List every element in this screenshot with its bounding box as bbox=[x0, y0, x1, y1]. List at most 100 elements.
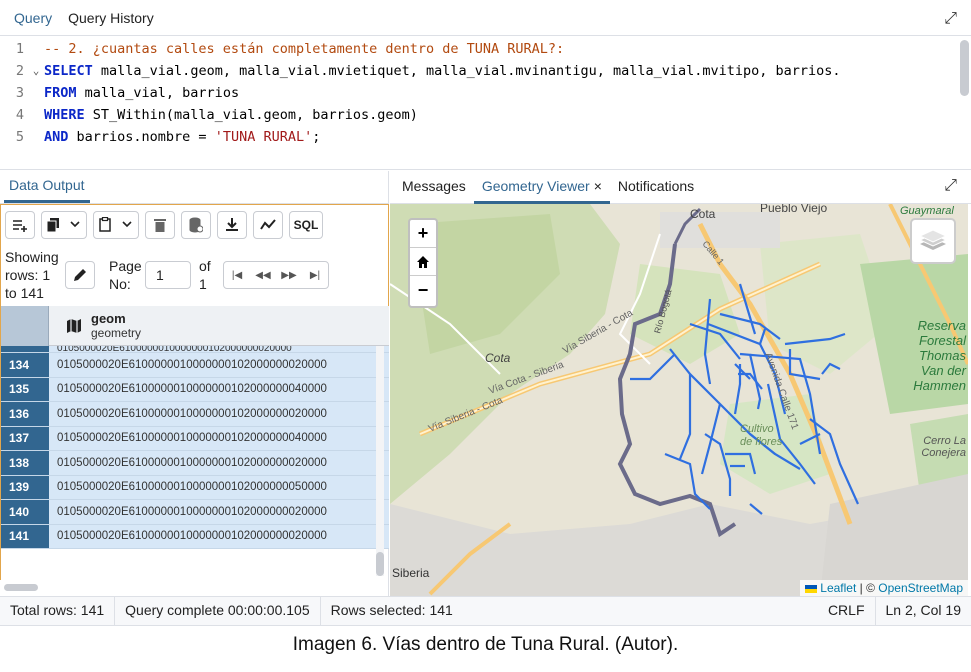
sql-code-editor[interactable]: 1 -- 2. ¿cuantas calles están completamen… bbox=[0, 38, 956, 162]
geom-cell[interactable]: 0105000020E61000000100000001020000000200… bbox=[49, 524, 389, 548]
geom-cell[interactable]: 0105000020E61000000100000001020000000400… bbox=[49, 426, 389, 450]
grid-rows: 134 0105000020E61000000100000001020000000… bbox=[1, 353, 389, 549]
grid-vertical-scrollbar[interactable] bbox=[376, 346, 384, 576]
select-all-cell[interactable] bbox=[1, 306, 49, 346]
eol-status[interactable]: CRLF bbox=[818, 596, 875, 626]
geom-cell[interactable]: 0105000020E61000000100000001020000000200… bbox=[49, 451, 389, 475]
tab-notifications[interactable]: Notifications bbox=[610, 171, 702, 204]
home-button[interactable] bbox=[410, 248, 436, 276]
chevron-down-icon[interactable] bbox=[116, 212, 138, 238]
row-number[interactable]: 135 bbox=[1, 377, 49, 401]
fold-chevron-icon bbox=[28, 104, 44, 126]
clipboard-icon[interactable] bbox=[94, 212, 116, 238]
geom-cell[interactable]: 0105000020E61000000100000001020000000200… bbox=[49, 353, 389, 377]
zoom-out-button[interactable]: − bbox=[410, 276, 436, 304]
geom-cell[interactable]: 0105000020E61000000100000001020000000500… bbox=[49, 475, 389, 499]
attribution-separator: | © bbox=[856, 581, 879, 595]
rows-selected-status: Rows selected: 141 bbox=[330, 602, 453, 618]
table-row[interactable]: 139 0105000020E61000000100000001020000000… bbox=[1, 475, 389, 500]
table-row[interactable]: 136 0105000020E61000000100000001020000000… bbox=[1, 402, 389, 427]
save-data-button[interactable] bbox=[181, 210, 211, 239]
row-number[interactable]: 140 bbox=[1, 500, 49, 524]
data-output-toolbar: SQL bbox=[0, 204, 389, 244]
graph-button[interactable] bbox=[253, 210, 283, 239]
map-icon[interactable] bbox=[67, 318, 81, 333]
grid-horizontal-scrollbar[interactable] bbox=[4, 584, 38, 591]
code-line[interactable]: 1 -- 2. ¿cuantas calles están completamen… bbox=[0, 38, 956, 60]
paste-button-group[interactable] bbox=[93, 210, 139, 239]
zoom-in-button[interactable]: + bbox=[410, 220, 436, 248]
code-token: SELECT bbox=[44, 63, 93, 79]
geom-cell[interactable]: 0105000020E61000000100000001020000000200… bbox=[49, 402, 389, 426]
rows-showing-label: Showing rows: 1 to 141 bbox=[5, 249, 59, 301]
table-row[interactable]: 140 0105000020E61000000100000001020000000… bbox=[1, 500, 389, 525]
copy-button-group[interactable] bbox=[41, 210, 87, 239]
query-complete-status: Query complete 00:00:00.105 bbox=[115, 596, 321, 626]
page-of-label: of 1 bbox=[199, 258, 211, 292]
table-row[interactable]: 138 0105000020E61000000100000001020000000… bbox=[1, 451, 389, 476]
table-row[interactable]: 141 0105000020E61000000100000001020000000… bbox=[1, 524, 389, 549]
row-number[interactable]: 141 bbox=[1, 524, 49, 548]
row-number[interactable]: 138 bbox=[1, 451, 49, 475]
geom-cell[interactable]: 0105000020E61000000100000001020000000400… bbox=[49, 377, 389, 401]
tab-data-output[interactable]: Data Output bbox=[4, 170, 90, 203]
geom-cell[interactable]: 0105000020E61000000100000001020000000200… bbox=[49, 500, 389, 524]
code-token: malla_vial.geom, malla_vial.mvietiquet, … bbox=[92, 63, 841, 79]
add-row-button[interactable] bbox=[5, 210, 35, 239]
previous-page-icon[interactable]: ◀◀ bbox=[250, 262, 276, 288]
tab-geometry-viewer[interactable]: Geometry Viewer × bbox=[473, 171, 610, 204]
map-label-reserva-line: Reserva bbox=[918, 318, 966, 333]
delete-button[interactable] bbox=[145, 210, 175, 239]
table-row-partial[interactable]: 0105000020E61000000100000001020000000200… bbox=[1, 346, 389, 353]
row-number[interactable]: 134 bbox=[1, 353, 49, 377]
map-canvas[interactable]: Cota Pueblo Viejo Guaymaral Cota Vía Sib… bbox=[390, 204, 968, 596]
code-line[interactable]: 4 WHERE ST_Within(malla_vial.geom, barrio… bbox=[0, 104, 956, 126]
row-number[interactable]: 137 bbox=[1, 426, 49, 450]
close-icon[interactable]: × bbox=[594, 178, 602, 194]
sql-button[interactable]: SQL bbox=[289, 210, 323, 239]
geometry-map[interactable]: Cota Pueblo Viejo Guaymaral Cota Vía Sib… bbox=[390, 204, 968, 596]
code-token: WHERE bbox=[44, 107, 85, 123]
editor-scrollbar[interactable] bbox=[960, 40, 969, 96]
chevron-down-icon[interactable] bbox=[64, 212, 86, 238]
tab-query-history[interactable]: Query History bbox=[60, 0, 162, 36]
tab-query[interactable]: Query bbox=[6, 0, 60, 36]
fold-chevron-icon[interactable]: ⌄ bbox=[28, 60, 44, 82]
grid-scroll-thumb[interactable] bbox=[376, 552, 384, 576]
line-number: 5 bbox=[15, 129, 24, 145]
table-row[interactable]: 135 0105000020E61000000100000001020000000… bbox=[1, 377, 389, 402]
table-row[interactable]: 137 0105000020E61000000100000001020000000… bbox=[1, 426, 389, 451]
expand-icon[interactable]: ⤢ bbox=[944, 177, 957, 195]
copy-icon[interactable] bbox=[42, 212, 64, 238]
code-line[interactable]: 5 AND barrios.nombre = 'TUNA RURAL'; bbox=[0, 126, 956, 148]
edit-button[interactable] bbox=[65, 261, 95, 289]
code-line[interactable]: 3 FROM malla_vial, barrios bbox=[0, 82, 956, 104]
code-line[interactable]: 2 ⌄ SELECT malla_vial.geom, malla_vial.mvi… bbox=[0, 60, 956, 82]
line-number: 3 bbox=[15, 85, 24, 101]
download-icon bbox=[226, 218, 238, 231]
data-output-panel: Data Output SQL Showing rows: 1 to 141 P… bbox=[0, 171, 389, 596]
expand-icon[interactable]: ⤢ bbox=[944, 10, 957, 28]
layers-icon bbox=[919, 229, 947, 250]
row-number[interactable]: 136 bbox=[1, 402, 49, 426]
editor-tabbar: Query Query History bbox=[0, 0, 971, 36]
row-number[interactable]: 139 bbox=[1, 475, 49, 499]
home-icon bbox=[417, 255, 429, 268]
openstreetmap-link[interactable]: OpenStreetMap bbox=[878, 581, 963, 595]
total-rows-status: Total rows: 141 bbox=[0, 596, 116, 626]
page-number-input[interactable]: 1 bbox=[145, 261, 191, 289]
download-button[interactable] bbox=[217, 210, 247, 239]
last-page-icon[interactable]: ▶| bbox=[302, 262, 328, 288]
fold-chevron-icon bbox=[28, 38, 44, 60]
leaflet-link[interactable]: Leaflet bbox=[820, 581, 856, 595]
first-page-icon[interactable]: |◀ bbox=[224, 262, 250, 288]
next-page-icon[interactable]: ▶▶ bbox=[276, 262, 302, 288]
layers-button[interactable] bbox=[910, 218, 956, 264]
tab-messages[interactable]: Messages bbox=[394, 171, 474, 204]
line-number: 1 bbox=[15, 41, 24, 57]
right-panel: Messages Geometry Viewer × Notifications … bbox=[390, 171, 971, 596]
add-row-icon bbox=[13, 219, 27, 232]
table-row[interactable]: 134 0105000020E61000000100000001020000000… bbox=[1, 353, 389, 378]
column-header-geom[interactable]: geom geometry bbox=[49, 306, 389, 345]
fold-chevron-icon bbox=[28, 126, 44, 148]
